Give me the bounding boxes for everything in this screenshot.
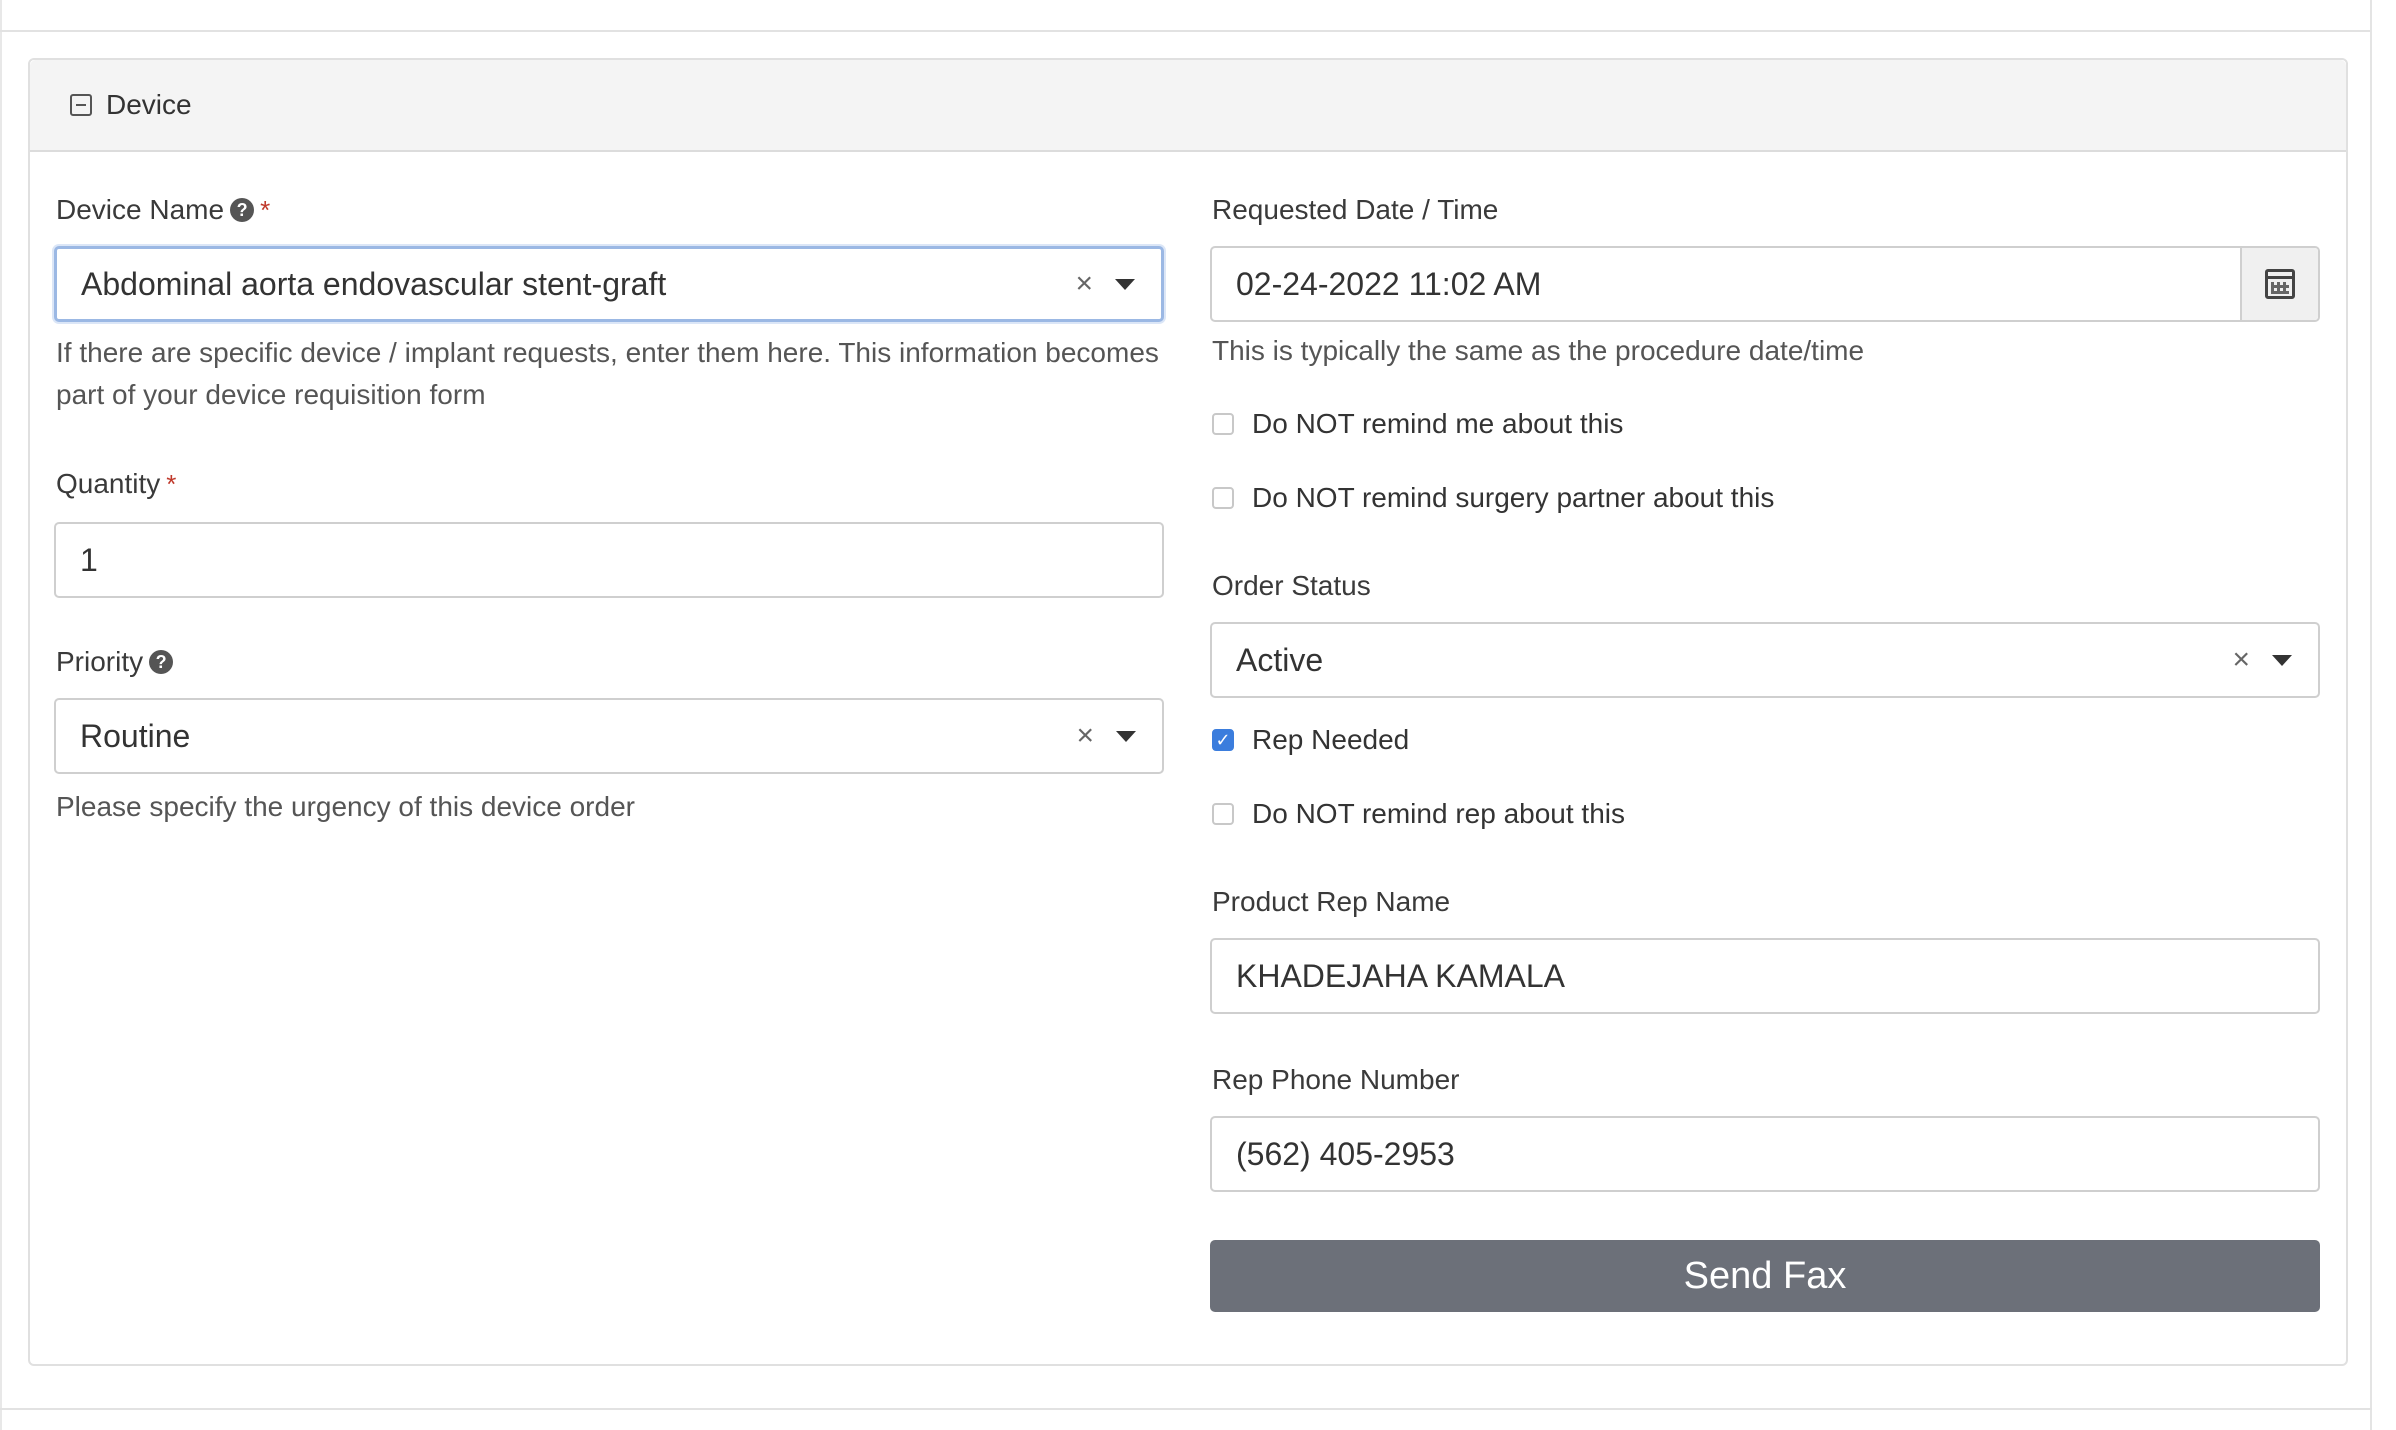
calendar-icon	[2265, 269, 2295, 299]
order-status-select[interactable]: Active ×	[1210, 622, 2320, 698]
chevron-down-icon[interactable]	[1115, 278, 1135, 290]
rep-phone-label: Rep Phone Number	[1212, 1064, 1460, 1095]
remind-rep-label: Do NOT remind rep about this	[1252, 798, 1625, 829]
device-name-label: Device Name ? *	[56, 194, 271, 225]
requested-date-value: 02-24-2022 11:02 AM	[1236, 265, 1542, 302]
quantity-input[interactable]: 1	[54, 522, 1164, 598]
clear-icon[interactable]: ×	[1076, 721, 1094, 751]
remind-partner-label: Do NOT remind surgery partner about this	[1252, 482, 1775, 513]
rep-name-input[interactable]: KHADEJAHA KAMALA	[1210, 938, 2320, 1014]
requested-date-input[interactable]: 02-24-2022 11:02 AM	[1210, 246, 2320, 322]
remind-partner-option[interactable]: Do NOT remind surgery partner about this	[1212, 482, 1774, 514]
rep-phone-value: (562) 405-2953	[1236, 1135, 1455, 1172]
clear-icon[interactable]: ×	[1075, 269, 1093, 299]
help-icon[interactable]: ?	[230, 198, 255, 222]
quantity-value: 1	[80, 541, 98, 578]
rep-needed-option[interactable]: ✓ Rep Needed	[1212, 724, 1409, 756]
send-fax-button[interactable]: Send Fax	[1210, 1240, 2320, 1312]
device-name-value: Abdominal aorta endovascular stent-graft	[81, 265, 667, 302]
rep-needed-label: Rep Needed	[1252, 724, 1410, 755]
clear-icon[interactable]: ×	[2232, 645, 2250, 675]
remind-rep-checkbox[interactable]	[1212, 803, 1234, 825]
device-panel-header[interactable]: Device	[30, 60, 2346, 152]
remind-rep-option[interactable]: Do NOT remind rep about this	[1212, 798, 1625, 830]
priority-value: Routine	[80, 717, 191, 754]
remind-partner-checkbox[interactable]	[1212, 487, 1234, 509]
calendar-button[interactable]	[2240, 248, 2318, 320]
quantity-label: Quantity *	[56, 468, 177, 499]
section-divider-bottom	[0, 1408, 2372, 1410]
collapse-icon[interactable]	[70, 94, 92, 116]
panel-title: Device	[106, 89, 192, 120]
priority-select[interactable]: Routine ×	[54, 698, 1164, 774]
remind-me-option[interactable]: Do NOT remind me about this	[1212, 408, 1623, 440]
priority-label: Priority ?	[56, 646, 174, 678]
device-panel: Device Device Name ? * Abdominal aorta e…	[28, 58, 2348, 1366]
order-status-value: Active	[1236, 641, 1324, 678]
device-name-help: If there are specific device / implant r…	[56, 337, 1159, 410]
required-marker: *	[260, 194, 271, 225]
priority-help: Please specify the urgency of this devic…	[56, 791, 635, 822]
order-status-label: Order Status	[1212, 570, 1371, 601]
device-name-select[interactable]: Abdominal aorta endovascular stent-graft…	[54, 246, 1164, 322]
rep-name-label: Product Rep Name	[1212, 886, 1451, 917]
rep-name-value: KHADEJAHA KAMALA	[1236, 957, 1565, 994]
requested-date-help: This is typically the same as the proced…	[1212, 335, 1865, 366]
required-marker: *	[166, 468, 177, 499]
rep-needed-checkbox[interactable]: ✓	[1212, 729, 1234, 751]
chevron-down-icon[interactable]	[2272, 654, 2292, 666]
remind-me-label: Do NOT remind me about this	[1252, 408, 1624, 439]
help-icon[interactable]: ?	[149, 650, 174, 674]
rep-phone-input[interactable]: (562) 405-2953	[1210, 1116, 2320, 1192]
chevron-down-icon[interactable]	[1116, 730, 1136, 742]
remind-me-checkbox[interactable]	[1212, 413, 1234, 435]
requested-date-label: Requested Date / Time	[1212, 194, 1499, 225]
